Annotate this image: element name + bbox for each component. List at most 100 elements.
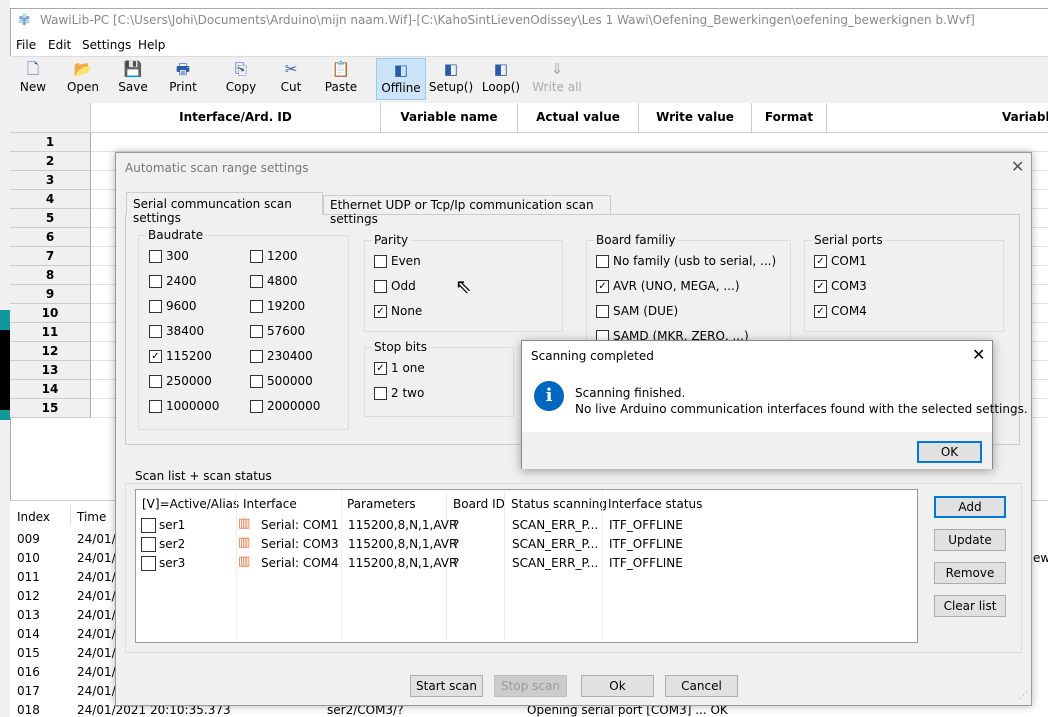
parameters: 115200,8,N,1,AVR bbox=[348, 556, 458, 570]
start-scan-button[interactable]: Start scan bbox=[410, 675, 483, 697]
grid-row-header[interactable]: 3 bbox=[10, 171, 91, 190]
grid-column-header[interactable]: Variable bbox=[827, 103, 1048, 133]
log-header-time[interactable]: Time bbox=[77, 510, 106, 524]
baudrate-checkbox[interactable] bbox=[250, 275, 263, 288]
toolbar-writeall-button[interactable]: ⇓ Write all bbox=[532, 58, 582, 100]
grid-column-header[interactable]: Interface/Ard. ID bbox=[91, 103, 381, 133]
grid-column-header[interactable]: Actual value bbox=[518, 103, 639, 133]
baudrate-checkbox[interactable] bbox=[250, 375, 263, 388]
parity-checkbox[interactable]: ✓ bbox=[374, 305, 387, 318]
parity-checkbox[interactable] bbox=[374, 280, 387, 293]
grid-row-header[interactable]: 9 bbox=[10, 285, 91, 304]
menu-help[interactable]: Help bbox=[138, 38, 165, 52]
stop-scan-button[interactable]: Stop scan bbox=[494, 675, 567, 697]
grid-column-header[interactable]: Variable name bbox=[381, 103, 518, 133]
grid-row-header[interactable]: 13 bbox=[10, 361, 91, 380]
log-index: 015 bbox=[17, 646, 40, 660]
board-checkbox[interactable]: ✓ bbox=[596, 280, 609, 293]
active-checkbox[interactable] bbox=[141, 556, 156, 571]
scan-list-column-header[interactable]: Status scanning bbox=[511, 497, 607, 511]
clear-list-button[interactable]: Clear list bbox=[934, 595, 1006, 617]
add-button[interactable]: Add bbox=[934, 496, 1006, 518]
toolbar-label: Copy bbox=[225, 80, 257, 94]
parity-checkbox[interactable] bbox=[374, 255, 387, 268]
scan-list-column-header[interactable]: Board ID bbox=[453, 497, 505, 511]
grid-row-header[interactable]: 1 bbox=[10, 133, 91, 152]
baudrate-checkbox[interactable] bbox=[250, 250, 263, 263]
baudrate-checkbox[interactable] bbox=[250, 400, 263, 413]
baudrate-checkbox[interactable] bbox=[250, 325, 263, 338]
ports-option-label: COM3 bbox=[831, 279, 867, 293]
scan-list-column-header[interactable]: Parameters bbox=[347, 497, 416, 511]
toolbar-loop-button[interactable]: ◧ Loop() bbox=[476, 58, 526, 100]
log-header-index[interactable]: Index bbox=[17, 510, 50, 524]
toolbar-cut-button[interactable]: ✂ Cut bbox=[266, 58, 316, 100]
menu-settings[interactable]: Settings bbox=[82, 38, 131, 52]
ok-button[interactable]: Ok bbox=[581, 675, 654, 697]
remove-button[interactable]: Remove bbox=[934, 562, 1006, 584]
grid-row-header[interactable]: 14 bbox=[10, 380, 91, 399]
stopbits-checkbox[interactable] bbox=[374, 387, 387, 400]
grid-row-header[interactable]: 5 bbox=[10, 209, 91, 228]
baudrate-checkbox[interactable] bbox=[149, 325, 162, 338]
toolbar-label: Paste bbox=[324, 80, 358, 94]
toolbar-setup-button[interactable]: ◧ Setup() bbox=[426, 58, 476, 100]
scan-list-column-header[interactable]: Interface bbox=[243, 497, 297, 511]
ports-checkbox[interactable]: ✓ bbox=[814, 255, 827, 268]
baudrate-checkbox[interactable] bbox=[250, 350, 263, 363]
dialog-title: Automatic scan range settings bbox=[125, 161, 309, 175]
ports-option-label: COM1 bbox=[831, 254, 867, 268]
grid-column-header[interactable]: Write value bbox=[639, 103, 752, 133]
baudrate-checkbox[interactable] bbox=[149, 300, 162, 313]
board-id: ? bbox=[453, 556, 460, 570]
baudrate-checkbox[interactable] bbox=[250, 300, 263, 313]
board-checkbox[interactable] bbox=[596, 305, 609, 318]
update-button[interactable]: Update bbox=[934, 529, 1006, 551]
toolbar-open-button[interactable]: 📂 Open bbox=[58, 58, 108, 100]
active-checkbox[interactable] bbox=[141, 537, 156, 552]
ports-checkbox[interactable]: ✓ bbox=[814, 280, 827, 293]
tab-ethernet[interactable]: Ethernet UDP or Tcp/Ip communication sca… bbox=[323, 195, 611, 226]
baudrate-checkbox[interactable] bbox=[149, 275, 162, 288]
ports-checkbox[interactable]: ✓ bbox=[814, 305, 827, 318]
menu-file[interactable]: File bbox=[16, 38, 36, 52]
board-checkbox[interactable] bbox=[596, 255, 609, 268]
baudrate-checkbox[interactable] bbox=[149, 250, 162, 263]
grid-row-header[interactable]: 7 bbox=[10, 247, 91, 266]
toolbar-copy-button[interactable]: ⎘ Copy bbox=[216, 58, 266, 100]
scan-list-column-header[interactable]: Interface status bbox=[608, 497, 702, 511]
grid-row-header[interactable]: 8 bbox=[10, 266, 91, 285]
close-icon[interactable]: ✕ bbox=[972, 345, 985, 364]
stopbits-checkbox[interactable]: ✓ bbox=[374, 362, 387, 375]
grid-row-header[interactable]: 6 bbox=[10, 228, 91, 247]
grid-row-header[interactable]: 10 bbox=[10, 304, 91, 323]
baudrate-checkbox[interactable] bbox=[149, 400, 162, 413]
toolbar-label: Write all bbox=[532, 80, 582, 94]
toolbar-paste-button[interactable]: 📋 Paste bbox=[316, 58, 366, 100]
baudrate-option-label: 38400 bbox=[166, 324, 205, 338]
menu-edit[interactable]: Edit bbox=[48, 38, 71, 52]
cancel-button[interactable]: Cancel bbox=[665, 675, 738, 697]
baudrate-checkbox[interactable] bbox=[149, 375, 162, 388]
toolbar-print-button[interactable]: 🖶 Print bbox=[158, 58, 208, 100]
toolbar-new-button[interactable]: 🗋 New bbox=[8, 58, 58, 100]
log-text-fragment: ew bbox=[1033, 551, 1048, 565]
ok-button[interactable]: OK bbox=[917, 441, 982, 463]
grid-column-header[interactable]: Format bbox=[752, 103, 827, 133]
toolbar-offline-button[interactable]: ◧ Offline bbox=[376, 58, 426, 100]
grid-row-header[interactable]: 11 bbox=[10, 323, 91, 342]
grid-row[interactable] bbox=[91, 133, 1048, 152]
grid-row-header[interactable]: 15 bbox=[10, 399, 91, 418]
close-icon[interactable]: ✕ bbox=[1011, 157, 1024, 176]
grid-row-header[interactable]: 12 bbox=[10, 342, 91, 361]
board-option-label: SAM (DUE) bbox=[613, 304, 679, 318]
baudrate-checkbox[interactable]: ✓ bbox=[149, 350, 162, 363]
toolbar-save-button[interactable]: 💾 Save bbox=[108, 58, 158, 100]
toolbar-label: Loop() bbox=[481, 80, 521, 94]
active-checkbox[interactable] bbox=[141, 518, 156, 533]
tab-serial[interactable]: Serial communcation scan settings bbox=[126, 192, 323, 225]
scan-list-column-header[interactable]: [V]=Active/Alias bbox=[142, 497, 239, 511]
grid-row-header[interactable]: 4 bbox=[10, 190, 91, 209]
resize-grip[interactable]: ⋰ bbox=[1019, 691, 1028, 701]
grid-row-header[interactable]: 2 bbox=[10, 152, 91, 171]
